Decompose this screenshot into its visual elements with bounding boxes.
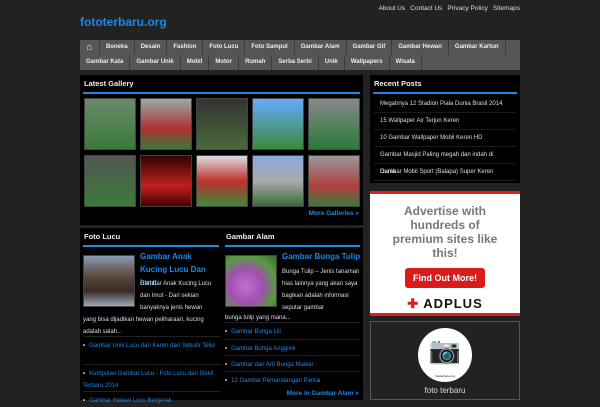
nav-item[interactable]: Foto Lucu bbox=[203, 40, 246, 55]
latest-gallery: Latest Gallery More Galleries » bbox=[80, 75, 363, 225]
nav-item[interactable]: Desain bbox=[135, 40, 168, 55]
gallery-thumbnail[interactable] bbox=[308, 155, 360, 207]
nav-item[interactable]: Gambar Kata bbox=[80, 55, 131, 70]
gallery-thumbnail[interactable] bbox=[84, 155, 136, 207]
adplus-logo: ✚ ADPLUS bbox=[407, 296, 483, 311]
gallery-thumbnail[interactable] bbox=[252, 155, 304, 207]
recent-post[interactable]: Gambar Masjid Paling megah dan indah di … bbox=[374, 147, 516, 175]
recent-post[interactable]: Gambar Mobil Sport (Balapa) Super Keren bbox=[374, 164, 516, 181]
gallery-thumbnail[interactable] bbox=[196, 98, 248, 150]
recent-post[interactable]: 15 Wallpaper Air Terjun Keren bbox=[374, 113, 516, 130]
adplus-cross-icon: ✚ bbox=[407, 296, 420, 311]
list-item[interactable]: • 12 Gambar Pemandangan Pantai bbox=[225, 371, 360, 387]
foto-lucu-section: Foto Lucu Gambar Anak Kucing Lucu Dan Im… bbox=[80, 228, 222, 404]
kitten-thumbnail[interactable] bbox=[83, 255, 135, 307]
divider bbox=[225, 245, 360, 247]
sitemaps-link[interactable]: Sitemaps bbox=[493, 5, 520, 12]
nav-item[interactable]: Gambar Gif bbox=[347, 40, 393, 55]
nav-item[interactable]: Unik bbox=[319, 55, 345, 70]
nav-item[interactable]: Serba Serbi bbox=[272, 55, 319, 70]
site-title[interactable]: fototerbaru.org bbox=[80, 15, 167, 29]
divider bbox=[83, 92, 360, 94]
find-out-more-button[interactable]: Find Out More! bbox=[405, 268, 485, 288]
profile-widget: 📷 fototerbaru.org foto terbaru bbox=[370, 321, 520, 400]
list-item[interactable]: • Gambar dan Arti Bunga Mawar bbox=[225, 355, 360, 371]
camera-logo-icon: 📷 fototerbaru.org bbox=[418, 328, 472, 382]
nav-item[interactable]: Wallpapers bbox=[345, 55, 390, 70]
nav-item[interactable]: Foto Sampul bbox=[245, 40, 295, 55]
home-icon[interactable]: ⌂ bbox=[80, 40, 100, 55]
nav-item[interactable]: Gambar Hewan bbox=[392, 40, 449, 55]
gallery-title: Latest Gallery bbox=[84, 79, 134, 88]
nav-item[interactable]: Fashion bbox=[167, 40, 204, 55]
gallery-thumbnail[interactable] bbox=[308, 98, 360, 150]
nav-item[interactable]: Gambar Alam bbox=[295, 40, 347, 55]
about-link[interactable]: About Us bbox=[379, 5, 406, 12]
main-nav: ⌂ Boneka Desain Fashion Foto Lucu Foto Sampu… bbox=[80, 40, 520, 70]
nav-item[interactable]: Mobil bbox=[181, 55, 210, 70]
nav-item[interactable]: Rumah bbox=[239, 55, 273, 70]
recent-post[interactable]: Megahnya 12 Stadion Piala Dunia Brasil 2… bbox=[374, 96, 516, 113]
more-gambar-alam-link[interactable]: More in Gambar Alam » bbox=[287, 390, 359, 397]
section-title: Gambar Alam bbox=[226, 232, 275, 241]
nav-item[interactable]: Wisata bbox=[390, 55, 422, 70]
ad-headline: Advertise with hundreds of premium sites… bbox=[392, 204, 498, 260]
excerpt: Gambar Anak Kucing Lucu dan Imut - Dari … bbox=[140, 281, 212, 311]
post-title[interactable]: Gambar Bunga Tulip bbox=[282, 250, 362, 263]
top-links: About Us Contact Us Privacy Policy Sitem… bbox=[379, 5, 520, 12]
tulip-thumbnail[interactable] bbox=[225, 255, 277, 307]
profile-name: foto terbaru bbox=[424, 386, 466, 395]
more-galleries-link[interactable]: More Galleries » bbox=[309, 210, 359, 217]
contact-link[interactable]: Contact Us bbox=[410, 5, 442, 12]
nav-item[interactable]: Gambar Unik bbox=[130, 55, 181, 70]
gallery-thumbnail[interactable] bbox=[140, 155, 192, 207]
privacy-link[interactable]: Privacy Policy bbox=[447, 5, 487, 12]
list-item[interactable]: • Gambar Bunga Anggrek bbox=[225, 339, 360, 355]
excerpt-cont: yang bisa dijadikan hewan peliharaan, ku… bbox=[83, 317, 204, 335]
excerpt: Bunga Tulip – Jenis tanaman hias lainnya… bbox=[282, 269, 360, 311]
advertisement[interactable]: Advertise with hundreds of premium sites… bbox=[370, 191, 520, 316]
list-item[interactable]: • Gambar Hewan Lucu Bergerak bbox=[83, 391, 220, 407]
nav-item[interactable]: Boneka bbox=[100, 40, 135, 55]
list-item[interactable]: • Gambar Bunga Lili bbox=[225, 322, 360, 338]
list-item[interactable]: • Kumpulan Gambar Lucu - Foto Lucu dan Go… bbox=[83, 364, 220, 392]
list-item[interactable]: • Gambar Unik Lucu dan Keren dari Sebutir… bbox=[83, 336, 220, 352]
gallery-thumbnail[interactable] bbox=[84, 98, 136, 150]
gallery-thumbnail[interactable] bbox=[140, 98, 192, 150]
section-title: Recent Posts bbox=[374, 79, 422, 88]
recent-posts: Recent Posts Megahnya 12 Stadion Piala D… bbox=[370, 75, 520, 183]
recent-post[interactable]: 10 Gambar Wallpaper Mobil Keren HD bbox=[374, 130, 516, 147]
divider bbox=[373, 92, 517, 94]
gambar-alam-section: Gambar Alam Gambar Bunga Tulip Bunga Tul… bbox=[222, 228, 363, 400]
nav-item[interactable]: Gambar Kartun bbox=[449, 40, 506, 55]
nav-item[interactable]: Motor bbox=[209, 55, 240, 70]
divider bbox=[83, 245, 219, 247]
gallery-thumbnail[interactable] bbox=[196, 155, 248, 207]
gallery-thumbnail[interactable] bbox=[252, 98, 304, 150]
section-title: Foto Lucu bbox=[84, 232, 121, 241]
